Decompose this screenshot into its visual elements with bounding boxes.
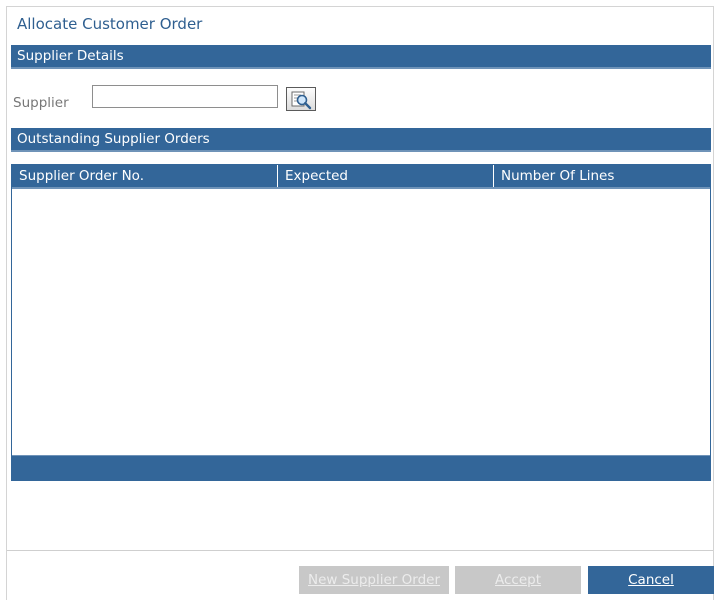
grid-body <box>12 189 710 455</box>
footer-separator <box>7 550 713 551</box>
column-header-supplier-order-no[interactable]: Supplier Order No. <box>12 165 278 187</box>
supplier-label: Supplier <box>13 95 69 111</box>
allocate-customer-order-dialog: Allocate Customer Order Supplier Details… <box>6 6 714 600</box>
supplier-orders-grid: Supplier Order No. Expected Number Of Li… <box>11 164 711 481</box>
supplier-details-header: Supplier Details <box>11 45 711 69</box>
new-supplier-order-button[interactable]: New Supplier Order <box>299 566 449 594</box>
dialog-title: Allocate Customer Order <box>17 15 203 33</box>
column-header-number-of-lines[interactable]: Number Of Lines <box>494 165 710 187</box>
outstanding-supplier-orders-header: Outstanding Supplier Orders <box>11 128 711 152</box>
accept-button[interactable]: Accept <box>455 566 581 594</box>
grid-footer-bar <box>12 455 710 480</box>
supplier-lookup-button[interactable] <box>286 87 316 111</box>
grid-header-row: Supplier Order No. Expected Number Of Li… <box>12 165 710 189</box>
supplier-input[interactable] <box>92 85 278 108</box>
search-magnifier-icon <box>291 91 312 109</box>
column-header-expected[interactable]: Expected <box>278 165 494 187</box>
cancel-button[interactable]: Cancel <box>588 566 714 594</box>
